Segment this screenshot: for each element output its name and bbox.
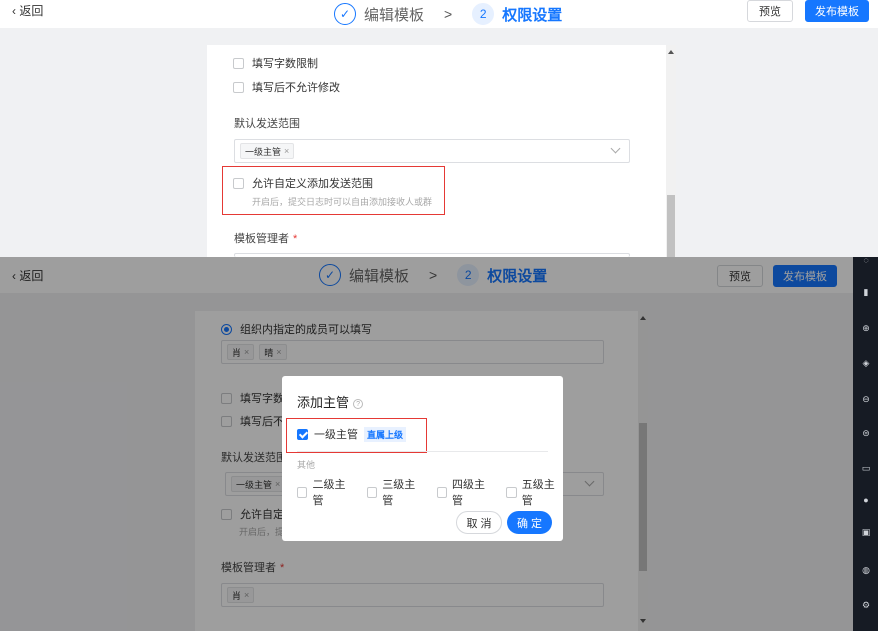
option-checkbox[interactable]	[436, 486, 447, 498]
primary-manager-option[interactable]: 一级主管 直属上级	[297, 426, 407, 442]
top-header: ‹ 返回 ✓ 编辑模板 > 2 权限设置 预览 发布模板	[0, 0, 878, 28]
scroll-up-icon[interactable]	[668, 50, 674, 54]
step1-label: 编辑模板	[364, 6, 425, 24]
box-icon[interactable]: ⊕	[861, 323, 871, 333]
right-rail: ◌ ▮ ⊕ ◈ ⊖ ⊜ ▭ ● ▣ ◍ ⚙	[853, 255, 878, 631]
word-limit-checkbox[interactable]	[233, 57, 244, 69]
dialog-divider	[297, 451, 548, 452]
custom-range-label: 允许自定义添加发送范围	[252, 178, 373, 190]
no-edit-label: 填写后不允许修改	[252, 82, 340, 94]
card-icon[interactable]: ▭	[861, 463, 871, 473]
primary-manager-checkbox[interactable]	[297, 428, 308, 440]
other-options: 二级主管 三级主管 四级主管 五级主管	[297, 476, 563, 508]
step-done-check-icon: ✓	[334, 3, 356, 25]
help-icon[interactable]: ?	[353, 398, 364, 409]
chevron-down-icon[interactable]	[610, 143, 621, 154]
gear-alt-icon[interactable]: ●	[861, 495, 871, 505]
default-range-select[interactable]: 一级主管 ×	[234, 139, 630, 163]
no-edit-checkbox[interactable]	[233, 81, 244, 93]
option-checkbox[interactable]	[366, 486, 378, 498]
dialog-title: 添加主管?	[297, 392, 364, 411]
settings-icon[interactable]: ⚙	[861, 600, 871, 610]
option-level3[interactable]: 三级主管	[366, 476, 424, 508]
chat-icon[interactable]: ⊖	[861, 394, 871, 404]
top-icon[interactable]: ◌	[861, 255, 871, 265]
publish-button[interactable]: 发布模板	[805, 0, 869, 22]
confirm-button[interactable]: 确 定	[507, 511, 552, 534]
db-icon[interactable]: ⊜	[861, 428, 871, 438]
custom-range-option[interactable]: 允许自定义添加发送范围	[233, 175, 373, 191]
cancel-button[interactable]: 取 消	[456, 511, 502, 534]
range-tag: 一级主管 ×	[240, 143, 295, 159]
step2-number: 2	[472, 3, 495, 25]
doc-icon[interactable]: ▣	[861, 527, 871, 537]
alarm-icon[interactable]: ◍	[861, 565, 871, 575]
back-link[interactable]: ‹ 返回	[12, 2, 43, 19]
word-limit-option[interactable]: 填写字数限制	[233, 55, 318, 71]
others-title: 其他	[297, 460, 316, 470]
admin-title: 模板管理者 *	[234, 233, 298, 245]
word-limit-label: 填写字数限制	[252, 58, 318, 70]
scroll-thumb[interactable]	[667, 195, 675, 257]
primary-manager-label: 一级主管	[314, 429, 358, 441]
custom-range-checkbox[interactable]	[233, 177, 244, 189]
tag-close-icon[interactable]: ×	[284, 146, 289, 156]
cube-icon[interactable]: ◈	[861, 358, 871, 368]
option-level5[interactable]: 五级主管	[506, 476, 563, 508]
add-manager-dialog: 添加主管? 一级主管 直属上级 其他 二级主管 三级主管 四级主管 五级主管 取…	[282, 376, 563, 541]
default-range-title: 默认发送范围	[234, 118, 300, 130]
no-edit-option[interactable]: 填写后不允许修改	[233, 79, 340, 95]
step2-label: 权限设置	[502, 6, 563, 24]
option-checkbox[interactable]	[506, 486, 517, 498]
option-level2[interactable]: 二级主管	[297, 476, 354, 508]
step-arrow: >	[444, 6, 453, 22]
direct-superior-badge: 直属上级	[364, 426, 407, 442]
steps: ✓ 编辑模板 > 2 权限设置	[334, 0, 562, 28]
preview-button[interactable]: 预览	[747, 0, 793, 22]
option-level4[interactable]: 四级主管	[436, 476, 494, 508]
option-checkbox[interactable]	[297, 486, 308, 498]
book-icon[interactable]: ▮	[861, 287, 871, 297]
custom-range-hint: 开启后，提交日志时可以自由添加接收人或群	[252, 197, 433, 207]
scrollbar-top[interactable]	[666, 45, 676, 257]
